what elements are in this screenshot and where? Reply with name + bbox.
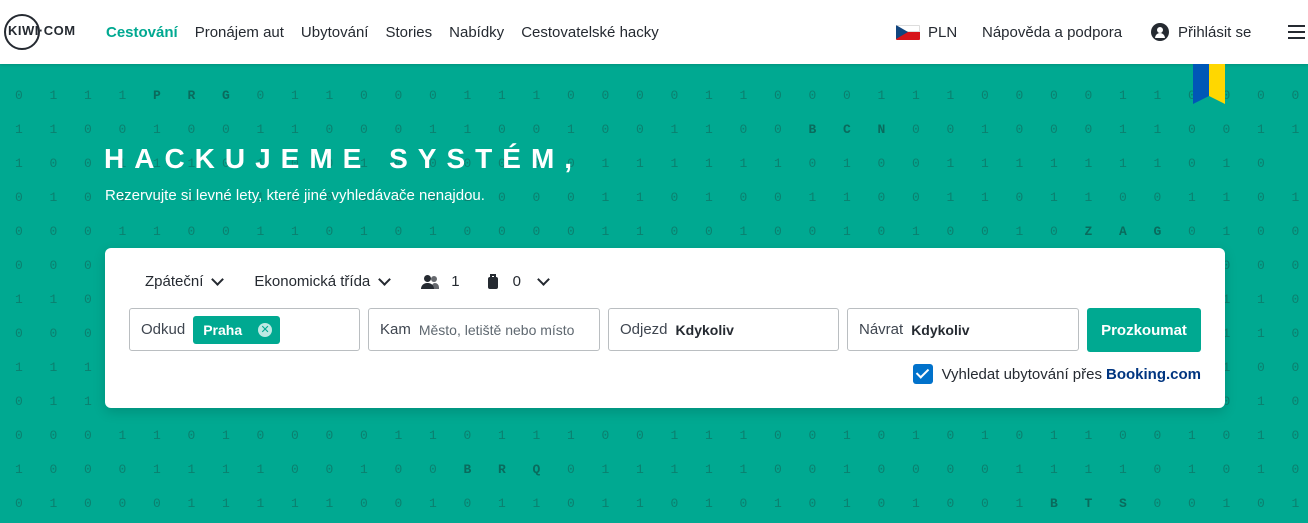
cabin-class-label: Ekonomická třída [254,273,371,290]
luggage-icon [487,274,498,289]
booking-text: Vyhledat ubytování přes [941,365,1102,383]
booking-checkbox[interactable] [912,364,933,384]
search-options: Zpáteční Ekonomická třída 1 0 [145,273,580,290]
ukraine-ribbon-icon [1193,64,1225,104]
origin-chip: Praha ✕ [193,315,281,344]
passengers-count: 1 [451,273,460,290]
binary-row: 010001111100101101101010101001BTS00101 [15,496,1300,511]
nav-link-ubytovani[interactable]: Ubytování [301,24,369,41]
origin-label: Odkud [141,321,186,338]
passengers-icon [421,274,440,289]
binary-row: 11001001100011001001100BCN001000110011 [15,122,1300,137]
hero-subtitle: Rezervujte si levné lety, které jiné vyh… [105,187,485,204]
top-navigation: KIWI·COM Cestování Pronájem aut Ubytován… [0,0,1308,64]
logo-text: KIWI·COM [8,23,76,38]
departure-value: Kdykoliv [675,321,734,338]
departure-field[interactable]: Odjezd Kdykoliv [608,308,839,351]
trip-type-label: Zpáteční [145,273,204,290]
return-field[interactable]: Návrat Kdykoliv [847,308,1079,351]
binary-row: 00011010000110111001110010101011001010 [15,428,1300,443]
trip-type-select[interactable]: Zpáteční [145,273,225,290]
destination-placeholder: Město, letiště nebo místo [418,321,575,338]
binary-row: 0111PRG01100011100001100011100001100001 [15,88,1300,103]
login-label: Přihlásit se [1178,23,1252,41]
departure-label: Odjezd [620,321,668,338]
bags-count: 0 [512,273,521,290]
hero-title: HACKUJEME SYSTÉM, [104,143,583,174]
chevron-down-icon [211,273,225,286]
chevron-down-icon [378,273,392,286]
kiwi-logo[interactable]: KIWI·COM [4,14,75,50]
origin-value: Praha [203,321,243,338]
nav-link-stories[interactable]: Stories [385,24,432,41]
destination-label: Kam [380,321,411,338]
booking-brand: Booking.com [1105,365,1201,383]
return-value: Kdykoliv [911,321,970,338]
destination-field[interactable]: Kam Město, letiště nebo místo [368,308,600,351]
passengers-select[interactable]: 1 [421,273,460,290]
hamburger-menu-icon[interactable] [1288,25,1305,39]
login-button[interactable]: Přihlásit se [1151,0,1251,64]
clear-origin-icon[interactable]: ✕ [258,322,273,337]
nav-link-cestovatelske-hacky[interactable]: Cestovatelské hacky [521,24,659,41]
booking-option: Vyhledat ubytování přes Booking.com [912,364,1201,384]
help-label: Nápověda a podpora [982,23,1123,41]
main-nav-links: Cestování Pronájem aut Ubytování Stories… [106,0,676,64]
cabin-class-select[interactable]: Ekonomická třída [254,273,392,290]
nav-link-pronajem-aut[interactable]: Pronájem aut [195,24,284,41]
chevron-down-icon [537,273,550,286]
currency-selector[interactable]: PLN [896,0,957,64]
nav-link-cestovani[interactable]: Cestování [106,24,178,41]
help-link[interactable]: Nápověda a podpora [982,0,1122,64]
bags-select[interactable]: 0 [487,273,550,290]
nav-link-nabidky[interactable]: Nabídky [449,24,504,41]
currency-label: PLN [928,23,958,41]
czech-flag-icon [896,24,920,40]
search-form: Zpáteční Ekonomická třída 1 0 Odkud Prah… [105,248,1225,408]
origin-field[interactable]: Odkud Praha ✕ [129,308,360,351]
return-label: Návrat [859,321,904,338]
binary-row: 1000111100100BRQ0111110010000111101010 [15,462,1300,477]
user-icon [1151,23,1169,41]
explore-button[interactable]: Prozkoumat [1087,308,1201,352]
binary-row: 0001100110101000011001001010010ZAG0100 [15,224,1300,239]
